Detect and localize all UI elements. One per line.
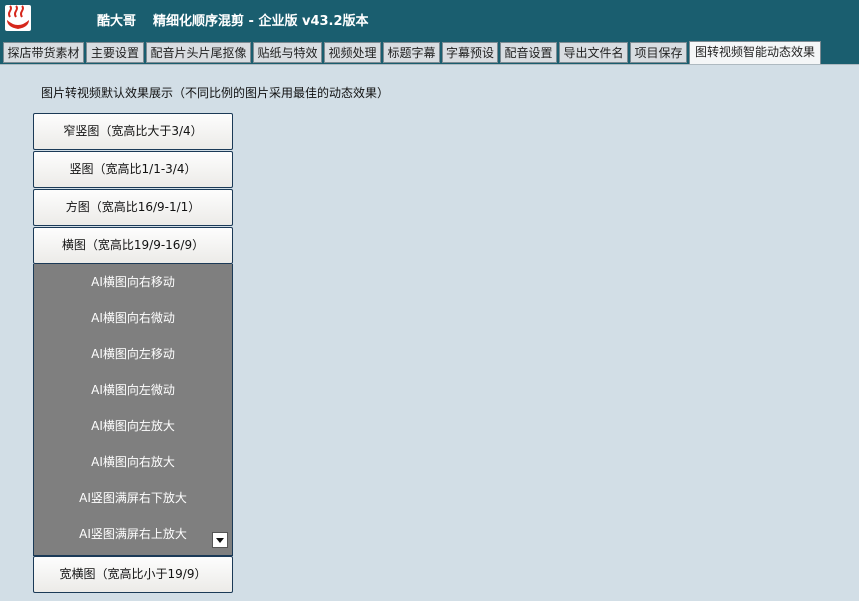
tab-dubbing-settings[interactable]: 配音设置 — [500, 42, 557, 63]
tab-stickers-effects[interactable]: 贴纸与特效 — [253, 42, 322, 63]
tab-main-settings[interactable]: 主要设置 — [86, 42, 144, 63]
hot-spring-logo-icon — [5, 5, 31, 31]
effect-item[interactable]: AI横图向左微动 — [34, 372, 232, 408]
square-button[interactable]: 方图（宽高比16/9-1/1） — [33, 189, 233, 226]
app-title: 精细化顺序混剪 - 企业版 v43.2版本 — [153, 14, 369, 29]
tab-subtitle-presets[interactable]: 字幕预设 — [442, 42, 498, 63]
tab-dubbing-intro-outro[interactable]: 配音片头片尾抠像 — [146, 42, 251, 63]
effect-item[interactable]: AI竖图满屏右下放大 — [34, 480, 232, 516]
tab-bar: 探店带货素材 主要设置 配音片头片尾抠像 贴纸与特效 视频处理 标题字幕 字幕预… — [0, 40, 859, 64]
effect-item[interactable]: AI横图向左移动 — [34, 336, 232, 372]
tab-export-filename[interactable]: 导出文件名 — [559, 42, 628, 63]
effect-item[interactable]: AI竖图满屏右上放大 — [34, 516, 232, 552]
effects-list: AI横图向右移动 AI横图向右微动 AI横图向左移动 AI横图向左微动 AI横图… — [33, 264, 233, 556]
wide-landscape-button[interactable]: 宽横图（宽高比小于19/9） — [33, 556, 233, 593]
chevron-down-icon[interactable] — [212, 532, 228, 548]
tab-title-subtitles[interactable]: 标题字幕 — [383, 42, 440, 63]
brand-name: 酷大哥 — [97, 14, 137, 29]
landscape-button[interactable]: 横图（宽高比19/9-16/9） — [33, 227, 233, 264]
effect-item[interactable]: AI横图向右放大 — [34, 444, 232, 480]
tab-panel: 图片转视频默认效果展示（不同比例的图片采用最佳的动态效果） 窄竖图（宽高比大于3… — [0, 64, 859, 601]
effect-item[interactable]: AI横图向右移动 — [34, 264, 232, 300]
title-bar: 酷大哥 精细化顺序混剪 - 企业版 v43.2版本 — [0, 0, 859, 40]
tab-image-to-video-effects[interactable]: 图转视频智能动态效果 — [689, 41, 821, 64]
tab-store-materials[interactable]: 探店带货素材 — [3, 42, 84, 63]
description-label: 图片转视频默认效果展示（不同比例的图片采用最佳的动态效果） — [41, 86, 390, 100]
effect-item[interactable]: AI横图向右微动 — [34, 300, 232, 336]
portrait-button[interactable]: 竖图（宽高比1/1-3/4） — [33, 151, 233, 188]
tab-project-save[interactable]: 项目保存 — [630, 42, 687, 63]
effect-item[interactable]: AI横图向左放大 — [34, 408, 232, 444]
tab-video-processing[interactable]: 视频处理 — [324, 42, 381, 63]
narrow-portrait-button[interactable]: 窄竖图（宽高比大于3/4） — [33, 113, 233, 150]
